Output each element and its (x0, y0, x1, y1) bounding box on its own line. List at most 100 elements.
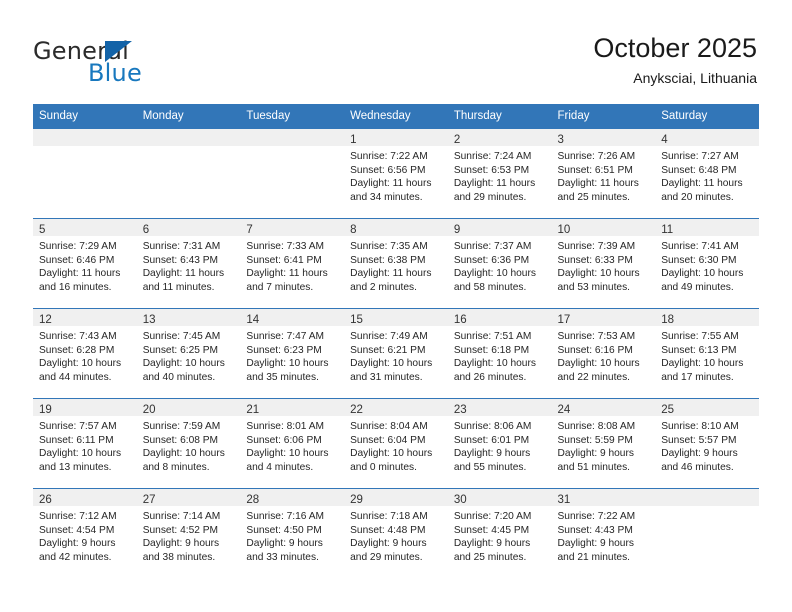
day-cell[interactable]: 27 Sunrise: 7:14 AM Sunset: 4:52 PM Dayligh… (136, 488, 241, 578)
day-cell[interactable]: 12 Sunrise: 7:43 AM Sunset: 6:28 PM Dayligh… (33, 308, 137, 398)
day-number: 17 (557, 314, 571, 326)
day-cell[interactable]: 24 Sunrise: 8:08 AM Sunset: 5:59 PM Dayligh… (551, 398, 656, 488)
sunrise-text: Sunrise: 8:04 AM (350, 421, 428, 432)
day-cell[interactable]: 29 Sunrise: 7:18 AM Sunset: 4:48 PM Dayligh… (344, 488, 448, 578)
sunrise-text: Sunrise: 7:45 AM (142, 331, 221, 342)
day-number-bar (240, 129, 345, 146)
day-sun-info: Sunrise: 7:12 AM Sunset: 4:54 PM Daylight:… (33, 506, 137, 564)
day-sun-info: Sunrise: 7:39 AM Sunset: 6:33 PM Daylight:… (552, 236, 656, 294)
day-number-bar: 31 (551, 489, 656, 506)
weekday-header-sunday: Sunday (33, 104, 137, 128)
sunset-text: Sunset: 6:38 PM (350, 254, 426, 266)
weekday-header-friday: Friday (551, 104, 656, 128)
day-number-bar: 13 (136, 309, 241, 326)
sunset-text: Sunset: 6:36 PM (453, 254, 530, 266)
page-title: October 2025 (593, 33, 757, 63)
day-cell[interactable]: 17 Sunrise: 7:53 AM Sunset: 6:16 PM Dayligh… (551, 308, 656, 398)
day-sun-info: Sunrise: 7:59 AM Sunset: 6:08 PM Daylight:… (137, 416, 241, 474)
day-cell[interactable]: 7 Sunrise: 7:33 AM Sunset: 6:41 PM Daylight… (240, 218, 345, 308)
day-cell[interactable]: 6 Sunrise: 7:31 AM Sunset: 6:43 PM Daylight… (136, 218, 241, 308)
day-number-bar: 11 (655, 219, 759, 236)
day-sun-info: Sunrise: 7:53 AM Sunset: 6:16 PM Daylight:… (552, 326, 656, 384)
day-number: 3 (557, 134, 564, 146)
daylight-text: Daylight: 10 hours and 49 minutes. (661, 268, 744, 293)
day-cell[interactable]: 9 Sunrise: 7:37 AM Sunset: 6:36 PM Daylight… (447, 218, 552, 308)
day-cell[interactable]: 25 Sunrise: 8:10 AM Sunset: 5:57 PM Dayligh… (655, 398, 759, 488)
day-cell[interactable]: 5 Sunrise: 7:29 AM Sunset: 6:46 PM Daylight… (33, 218, 137, 308)
day-cell[interactable]: 15 Sunrise: 7:49 AM Sunset: 6:21 PM Dayligh… (344, 308, 448, 398)
day-number-bar: 17 (551, 309, 656, 326)
sunset-text: Sunset: 6:11 PM (39, 434, 114, 446)
sunrise-text: Sunrise: 7:37 AM (453, 241, 532, 252)
day-cell[interactable]: 11 Sunrise: 7:41 AM Sunset: 6:30 PM Dayligh… (655, 218, 759, 308)
day-sun-info: Sunrise: 7:16 AM Sunset: 4:50 PM Daylight:… (240, 506, 344, 564)
weekday-header-tuesday: Tuesday (240, 104, 345, 128)
sunrise-text: Sunrise: 8:10 AM (661, 421, 739, 432)
daylight-text: Daylight: 9 hours and 29 minutes. (350, 538, 427, 563)
day-number: 27 (142, 494, 156, 506)
daylight-text: Daylight: 11 hours and 34 minutes. (350, 178, 432, 203)
day-cell[interactable]: 18 Sunrise: 7:55 AM Sunset: 6:13 PM Dayligh… (655, 308, 759, 398)
sunrise-text: Sunrise: 7:26 AM (557, 151, 636, 162)
sunset-text: Sunset: 6:13 PM (661, 344, 737, 356)
daylight-text: Daylight: 11 hours and 11 minutes. (142, 268, 225, 293)
sunrise-text: Sunrise: 7:35 AM (350, 241, 428, 252)
day-cell[interactable]: 13 Sunrise: 7:45 AM Sunset: 6:25 PM Dayligh… (136, 308, 241, 398)
daylight-text: Daylight: 10 hours and 17 minutes. (661, 358, 744, 383)
sunrise-text: Sunrise: 7:43 AM (39, 331, 117, 342)
daylight-text: Daylight: 10 hours and 53 minutes. (557, 268, 640, 293)
day-cell[interactable]: 26 Sunrise: 7:12 AM Sunset: 4:54 PM Dayligh… (33, 488, 137, 578)
day-cell[interactable]: 28 Sunrise: 7:16 AM Sunset: 4:50 PM Dayligh… (240, 488, 345, 578)
calendar-day-cell: 22 Sunrise: 8:04 AM Sunset: 6:04 PM Dayligh… (344, 398, 448, 488)
day-sun-info: Sunrise: 7:41 AM Sunset: 6:30 PM Daylight:… (655, 236, 759, 294)
day-number-bar: 27 (136, 489, 241, 506)
daylight-text: Daylight: 10 hours and 58 minutes. (453, 268, 536, 293)
day-cell[interactable]: 20 Sunrise: 7:59 AM Sunset: 6:08 PM Dayligh… (136, 398, 241, 488)
calendar-day-cell: 16 Sunrise: 7:51 AM Sunset: 6:18 PM Dayligh… (447, 308, 552, 398)
day-cell[interactable]: 16 Sunrise: 7:51 AM Sunset: 6:18 PM Dayligh… (447, 308, 552, 398)
daylight-text: Daylight: 10 hours and 0 minutes. (350, 448, 433, 473)
day-cell[interactable]: 4 Sunrise: 7:27 AM Sunset: 6:48 PM Daylight… (655, 128, 759, 218)
daylight-text: Daylight: 9 hours and 55 minutes. (453, 448, 531, 473)
weekday-header-wednesday: Wednesday (344, 104, 448, 128)
day-number-bar: 5 (33, 219, 137, 236)
day-cell[interactable]: 3 Sunrise: 7:26 AM Sunset: 6:51 PM Daylight… (551, 128, 656, 218)
weekday-header-monday: Monday (136, 104, 241, 128)
day-cell[interactable]: 23 Sunrise: 8:06 AM Sunset: 6:01 PM Dayligh… (447, 398, 552, 488)
logo-general-blue[interactable]: General Blue (33, 37, 263, 89)
day-cell[interactable]: 31 Sunrise: 7:22 AM Sunset: 4:43 PM Dayligh… (551, 488, 656, 578)
daylight-text: Daylight: 11 hours and 25 minutes. (557, 178, 639, 203)
daylight-text: Daylight: 9 hours and 38 minutes. (142, 538, 220, 563)
sunset-text: Sunset: 4:50 PM (246, 524, 322, 536)
day-number: 19 (39, 404, 52, 416)
day-cell[interactable]: 2 Sunrise: 7:24 AM Sunset: 6:53 PM Daylight… (447, 128, 552, 218)
calendar-day-cell: 9 Sunrise: 7:37 AM Sunset: 6:36 PM Daylight… (447, 218, 552, 308)
day-number: 22 (350, 404, 363, 416)
day-cell[interactable]: 19 Sunrise: 7:57 AM Sunset: 6:11 PM Dayligh… (33, 398, 137, 488)
day-cell[interactable]: 1 Sunrise: 7:22 AM Sunset: 6:56 PM Daylight… (344, 128, 448, 218)
sunrise-text: Sunrise: 7:22 AM (350, 151, 428, 162)
daylight-text: Daylight: 10 hours and 44 minutes. (39, 358, 122, 383)
day-number: 5 (39, 224, 46, 236)
day-cell[interactable]: 30 Sunrise: 7:20 AM Sunset: 4:45 PM Dayligh… (447, 488, 552, 578)
day-cell[interactable]: 8 Sunrise: 7:35 AM Sunset: 6:38 PM Daylight… (344, 218, 448, 308)
day-number: 21 (246, 404, 260, 416)
day-number-bar: 3 (551, 129, 656, 146)
weekday-header-saturday: Saturday (655, 104, 759, 128)
sunset-text: Sunset: 6:08 PM (142, 434, 219, 446)
day-cell[interactable]: 10 Sunrise: 7:39 AM Sunset: 6:33 PM Dayligh… (551, 218, 656, 308)
day-cell[interactable]: 22 Sunrise: 8:04 AM Sunset: 6:04 PM Dayligh… (344, 398, 448, 488)
day-number-bar: 14 (240, 309, 345, 326)
daylight-text: Daylight: 10 hours and 22 minutes. (557, 358, 640, 383)
daylight-text: Daylight: 9 hours and 42 minutes. (39, 538, 116, 563)
day-cell[interactable]: 21 Sunrise: 8:01 AM Sunset: 6:06 PM Dayligh… (240, 398, 345, 488)
day-number: 28 (246, 494, 260, 506)
sunrise-text: Sunrise: 7:59 AM (142, 421, 221, 432)
day-cell[interactable]: 14 Sunrise: 7:47 AM Sunset: 6:23 PM Dayligh… (240, 308, 345, 398)
day-number-bar: 21 (240, 399, 345, 416)
day-sun-info: Sunrise: 7:51 AM Sunset: 6:18 PM Daylight:… (448, 326, 552, 384)
calendar-day-cell: 1 Sunrise: 7:22 AM Sunset: 6:56 PM Daylight… (344, 128, 448, 218)
day-number: 13 (142, 314, 156, 326)
sunrise-text: Sunrise: 7:29 AM (39, 241, 117, 252)
sunrise-text: Sunrise: 7:41 AM (661, 241, 739, 252)
